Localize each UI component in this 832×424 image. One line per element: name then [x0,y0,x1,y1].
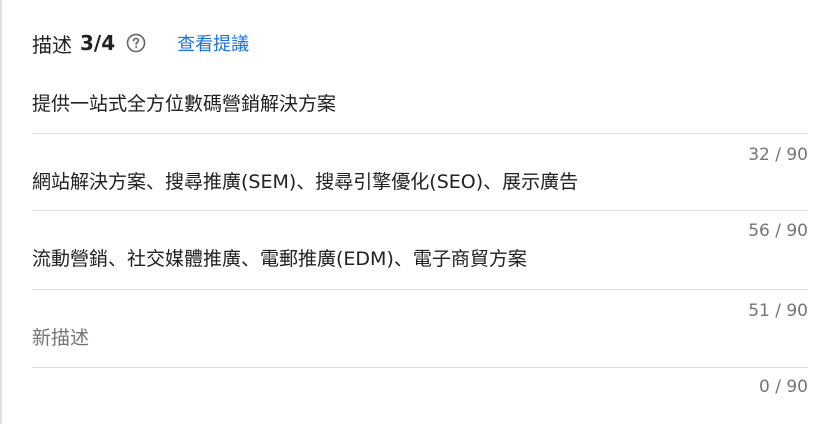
descriptions-header: 描述 3/4 查看提議 [32,28,249,58]
descriptions-panel: 描述 3/4 查看提議 提供一站式全方位數碼營銷解決方案 32 / 90 網站解… [0,0,832,424]
view-suggestions-link[interactable]: 查看提議 [177,30,249,56]
description-count: 3/4 [80,31,116,55]
field-underline [32,210,808,211]
description-field-4[interactable]: 新描述 0 / 90 [32,326,808,404]
description-input-1[interactable]: 提供一站式全方位數碼營銷解決方案 [32,92,336,116]
field-underline [32,367,808,368]
description-field-2[interactable]: 網站解決方案、搜尋推廣(SEM)、搜尋引擎優化(SEO)、展示廣告 56 / 9… [32,170,808,248]
description-input-3[interactable]: 流動營銷、社交媒體推廣、電郵推廣(EDM)、電子商貿方案 [32,247,527,271]
field-underline [32,133,808,134]
character-counter: 0 / 90 [759,377,808,397]
field-underline [32,289,808,290]
description-field-1[interactable]: 提供一站式全方位數碼營銷解決方案 32 / 90 [32,90,808,168]
description-input-2[interactable]: 網站解決方案、搜尋推廣(SEM)、搜尋引擎優化(SEO)、展示廣告 [32,170,578,194]
character-counter: 51 / 90 [748,301,808,321]
section-title: 描述 [32,32,72,57]
character-counter: 56 / 90 [748,221,808,241]
help-circle-icon[interactable] [125,32,147,54]
description-field-3[interactable]: 流動營銷、社交媒體推廣、電郵推廣(EDM)、電子商貿方案 51 / 90 [32,247,808,325]
character-counter: 32 / 90 [748,145,808,165]
new-description-input[interactable]: 新描述 [32,326,89,350]
